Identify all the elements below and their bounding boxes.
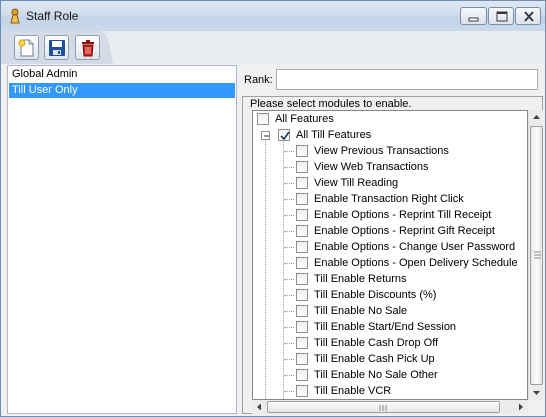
scrollbar-corner xyxy=(528,400,543,414)
tree-line xyxy=(284,391,294,392)
module-label: Till Enable Returns xyxy=(314,273,407,285)
module-label: Till Enable Discounts (%) xyxy=(314,289,437,301)
tree-line xyxy=(284,375,294,376)
grip-icon xyxy=(379,405,387,411)
module-checkbox[interactable] xyxy=(296,257,308,269)
module-checkbox[interactable] xyxy=(296,209,308,221)
collapse-toggle[interactable] xyxy=(261,131,270,140)
scroll-down-button[interactable] xyxy=(529,385,544,400)
module-checkbox[interactable] xyxy=(296,193,308,205)
module-checkbox[interactable] xyxy=(296,337,308,349)
modules-caption: Please select modules to enable. xyxy=(250,98,412,110)
trash-icon xyxy=(82,40,94,57)
new-document-icon xyxy=(18,39,34,57)
rank-label: Rank: xyxy=(244,74,273,86)
minimize-button[interactable] xyxy=(460,7,487,25)
tree-line xyxy=(284,151,294,152)
window-title: Staff Role xyxy=(26,9,79,23)
maximize-icon xyxy=(496,11,508,22)
module-checkbox[interactable] xyxy=(296,145,308,157)
module-checkbox[interactable] xyxy=(296,305,308,317)
vertical-scrollbar[interactable] xyxy=(528,110,543,400)
close-button[interactable] xyxy=(515,7,541,25)
tree-line xyxy=(265,133,266,399)
module-label: View Previous Transactions xyxy=(314,145,449,157)
tree-line xyxy=(284,295,294,296)
staff-role-window: Staff Role Global Admin Till User Only R… xyxy=(0,0,546,417)
tree-line xyxy=(284,215,294,216)
tree-line xyxy=(284,343,294,344)
module-checkbox[interactable] xyxy=(296,353,308,365)
modules-group: Please select modules to enable. All Fea… xyxy=(242,96,543,414)
arrow-right-icon xyxy=(519,403,523,411)
tree-line xyxy=(284,311,294,312)
module-label: Enable Options - Reprint Gift Receipt xyxy=(314,225,495,237)
tree-line xyxy=(284,327,294,328)
minus-icon xyxy=(264,135,269,137)
toolbar xyxy=(1,31,545,64)
vertical-scroll-thumb[interactable] xyxy=(530,126,543,385)
arrow-down-icon xyxy=(533,391,540,395)
module-label: Till Enable Start/End Session xyxy=(314,321,457,333)
title-bar[interactable]: Staff Role xyxy=(1,1,545,31)
tree-line xyxy=(284,231,294,232)
splitter[interactable] xyxy=(237,65,241,414)
module-label: Till Enable No Sale Other xyxy=(314,369,438,381)
module-label: Enable Transaction Right Click xyxy=(314,193,464,205)
role-item-till-user-only[interactable]: Till User Only xyxy=(9,83,235,98)
module-checkbox[interactable] xyxy=(296,161,308,173)
module-label: Till Enable No Sale xyxy=(314,305,408,317)
scroll-up-button[interactable] xyxy=(529,110,544,125)
grip-icon xyxy=(534,251,541,259)
horizontal-scrollbar[interactable] xyxy=(252,400,528,414)
module-label: Enable Options - Open Delivery Schedule xyxy=(314,257,518,269)
new-button[interactable] xyxy=(14,35,39,60)
save-button[interactable] xyxy=(44,35,69,60)
delete-button[interactable] xyxy=(75,35,100,60)
role-list[interactable]: Global Admin Till User Only xyxy=(7,65,237,414)
tree-line xyxy=(284,359,294,360)
module-label: Enable Options - Change User Password xyxy=(314,241,516,253)
role-item-global-admin[interactable]: Global Admin xyxy=(9,67,235,82)
module-label: Enable Options - Reprint Till Receipt xyxy=(314,209,492,221)
scroll-right-button[interactable] xyxy=(514,400,528,414)
rank-input[interactable] xyxy=(276,69,538,90)
module-label: View Web Transactions xyxy=(314,161,429,173)
module-checkbox[interactable] xyxy=(296,241,308,253)
module-checkbox[interactable] xyxy=(296,225,308,237)
module-label: Till Enable VCR xyxy=(314,385,392,397)
all-till-features-label: All Till Features xyxy=(296,129,372,141)
minimize-icon xyxy=(468,17,479,22)
checkbox-all-features[interactable] xyxy=(257,113,269,125)
module-checkbox[interactable] xyxy=(296,321,308,333)
tree-line xyxy=(284,183,294,184)
tree-line xyxy=(283,140,284,399)
tree-line xyxy=(284,263,294,264)
close-icon xyxy=(524,11,534,22)
floppy-disk-icon xyxy=(49,40,65,56)
tree-line xyxy=(284,199,294,200)
arrow-left-icon xyxy=(257,403,261,411)
module-checkbox[interactable] xyxy=(296,369,308,381)
checkbox-all-till-features[interactable] xyxy=(278,129,290,141)
tree-line xyxy=(284,247,294,248)
tree-line xyxy=(284,279,294,280)
module-checkbox[interactable] xyxy=(296,385,308,397)
module-checkbox[interactable] xyxy=(296,289,308,301)
checkmark-icon xyxy=(280,131,290,141)
app-icon xyxy=(9,8,21,24)
arrow-up-icon xyxy=(533,115,540,119)
maximize-button[interactable] xyxy=(488,7,514,25)
modules-tree[interactable]: All Features All Till Features View Prev… xyxy=(252,110,528,400)
tree-line xyxy=(284,167,294,168)
module-label: View Till Reading xyxy=(314,177,399,189)
module-label: Till Enable Cash Pick Up xyxy=(314,353,435,365)
module-checkbox[interactable] xyxy=(296,177,308,189)
all-features-label: All Features xyxy=(275,113,334,125)
module-checkbox[interactable] xyxy=(296,273,308,285)
horizontal-scroll-thumb[interactable] xyxy=(267,401,500,413)
module-label: Till Enable Cash Drop Off xyxy=(314,337,439,349)
scroll-left-button[interactable] xyxy=(252,400,266,414)
